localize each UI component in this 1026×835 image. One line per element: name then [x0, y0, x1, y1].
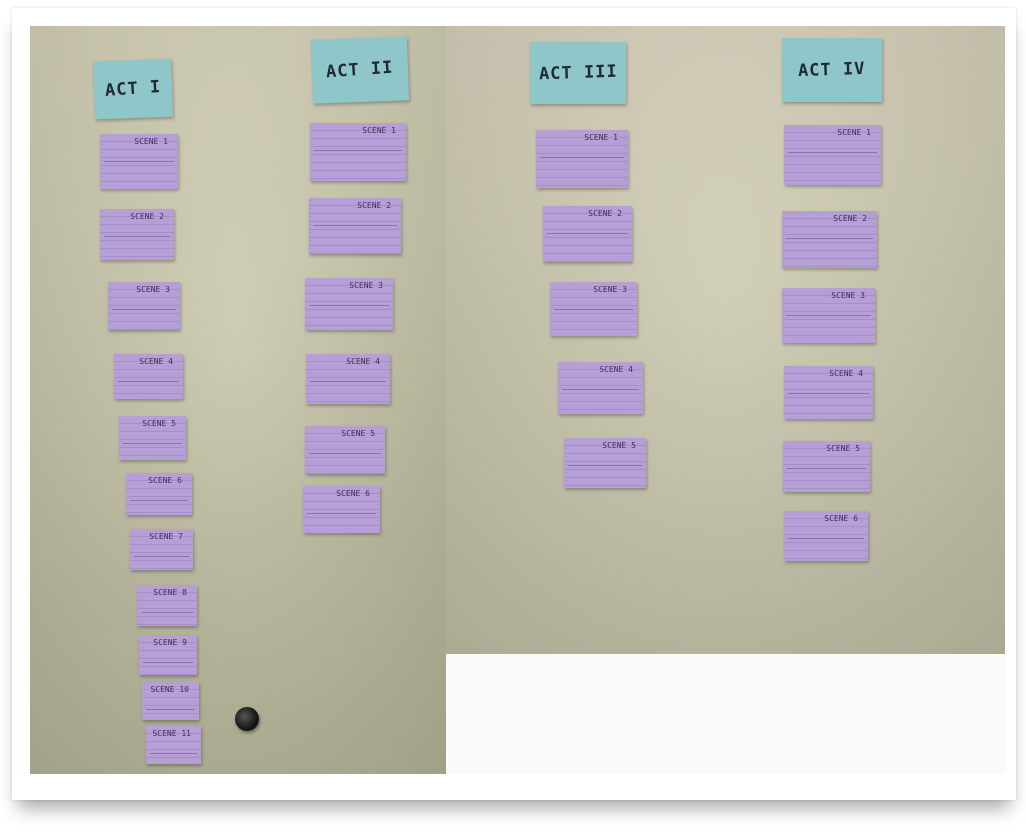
- scene-card: SCENE 8: [137, 585, 197, 626]
- scene-label: SCENE 2: [588, 209, 622, 218]
- scene-label: SCENE 10: [150, 685, 189, 694]
- scene-label: SCENE 11: [152, 729, 191, 738]
- scene-label: SCENE 1: [362, 126, 396, 135]
- act-title: ACT II: [325, 57, 395, 83]
- scene-card: SCENE 1: [100, 134, 178, 189]
- scene-label: SCENE 5: [602, 441, 636, 450]
- scene-label: SCENE 7: [149, 532, 183, 541]
- scene-card: SCENE 2: [309, 198, 401, 254]
- scene-label: SCENE 9: [153, 638, 187, 647]
- scene-card: SCENE 5: [564, 438, 646, 488]
- scene-label: SCENE 5: [341, 429, 375, 438]
- scene-card: SCENE 10: [142, 682, 199, 720]
- scene-card: SCENE 4: [784, 366, 873, 419]
- scene-card: SCENE 2: [782, 211, 877, 268]
- scene-card: SCENE 4: [114, 354, 183, 399]
- act-title: ACT IV: [797, 58, 867, 82]
- scene-label: SCENE 4: [139, 357, 173, 366]
- scene-card: SCENE 6: [303, 486, 380, 533]
- scene-label: SCENE 4: [599, 365, 633, 374]
- scene-card: SCENE 3: [108, 282, 180, 330]
- scene-label: SCENE 1: [584, 133, 618, 142]
- scene-card: SCENE 6: [126, 473, 192, 515]
- act-card-3: ACT III: [530, 42, 626, 104]
- scene-card: SCENE 1: [310, 123, 406, 181]
- scene-label: SCENE 4: [829, 369, 863, 378]
- act-card-4: ACT IV: [782, 38, 882, 102]
- act-title: ACT I: [104, 77, 162, 101]
- blank-canvas-area: [446, 654, 1005, 774]
- act-card-2: ACT II: [310, 36, 410, 104]
- scene-label: SCENE 2: [130, 212, 164, 221]
- scene-label: SCENE 6: [824, 514, 858, 523]
- scene-card: SCENE 9: [139, 635, 197, 675]
- scene-label: SCENE 1: [134, 137, 168, 146]
- scene-card: SCENE 5: [119, 416, 186, 460]
- scene-card: SCENE 2: [100, 209, 174, 260]
- scene-card: SCENE 3: [782, 288, 875, 343]
- scene-label: SCENE 5: [826, 444, 860, 453]
- scene-card: SCENE 4: [306, 354, 390, 404]
- scene-label: SCENE 6: [336, 489, 370, 498]
- scene-card: SCENE 3: [550, 282, 637, 336]
- scene-label: SCENE 6: [148, 476, 182, 485]
- scene-card: SCENE 3: [305, 278, 393, 330]
- scene-card: SCENE 11: [146, 726, 201, 764]
- act-title: ACT III: [538, 61, 618, 85]
- scene-card: SCENE 5: [305, 426, 385, 474]
- scene-card: SCENE 6: [784, 511, 868, 561]
- scene-label: SCENE 1: [837, 128, 871, 137]
- scene-label: SCENE 4: [346, 357, 380, 366]
- scene-card: SCENE 1: [536, 130, 628, 188]
- scene-label: SCENE 3: [593, 285, 627, 294]
- scene-label: SCENE 8: [153, 588, 187, 597]
- scene-label: SCENE 2: [357, 201, 391, 210]
- scene-card: SCENE 1: [784, 125, 881, 185]
- scene-label: SCENE 5: [142, 419, 176, 428]
- scene-card: SCENE 7: [130, 529, 193, 570]
- scene-card: SCENE 4: [558, 362, 643, 414]
- scene-label: SCENE 2: [833, 214, 867, 223]
- scene-card: SCENE 5: [783, 441, 870, 492]
- photo-left-wall: ACT I SCENE 1 SCENE 2 SCENE 3 SCENE 4 SC…: [30, 26, 446, 774]
- photo-right-wall: ACT III SCENE 1 SCENE 2 SCENE 3 SCENE 4 …: [446, 26, 1005, 654]
- scene-label: SCENE 3: [831, 291, 865, 300]
- scene-card: SCENE 2: [543, 206, 632, 262]
- scene-label: SCENE 3: [349, 281, 383, 290]
- door-knob: [235, 707, 259, 731]
- act-card-1: ACT I: [93, 58, 173, 120]
- scene-label: SCENE 3: [136, 285, 170, 294]
